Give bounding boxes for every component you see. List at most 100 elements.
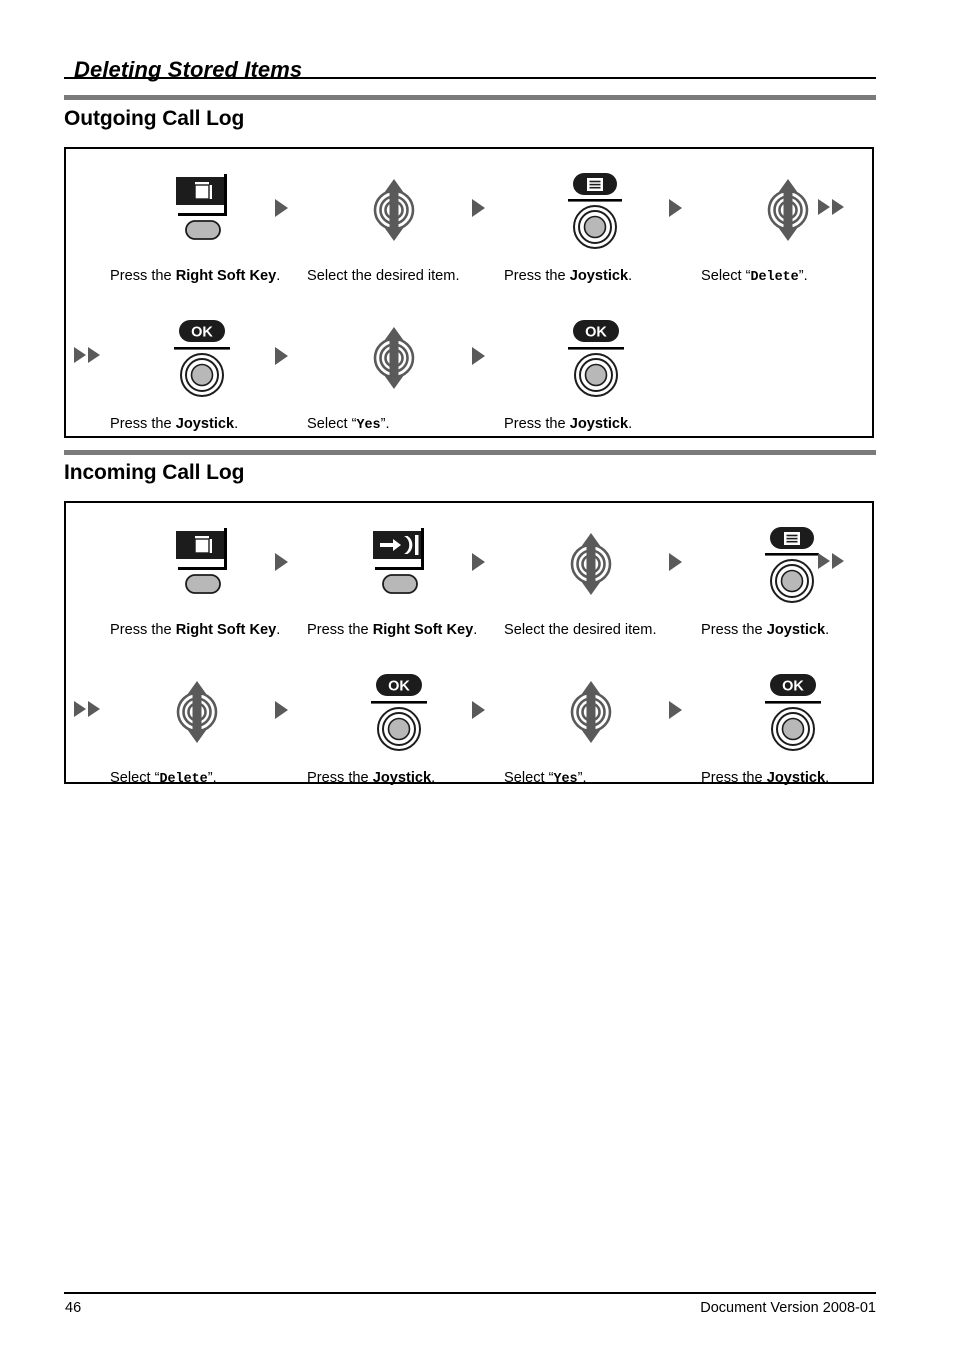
step-caption: Select “Delete”.: [701, 267, 882, 287]
right-soft-key-icon: [168, 174, 234, 249]
caption-text: Press the: [701, 770, 767, 786]
flow-arrow-next: [669, 199, 682, 217]
step-icon-slot: [168, 525, 234, 603]
document-page: Deleting Stored Items Outgoing Call Log P…: [0, 0, 954, 1352]
step-caption: Select “Yes”.: [307, 415, 488, 435]
caption-text: Press the: [504, 416, 570, 432]
caption-text: .: [276, 622, 281, 638]
svg-text:OK: OK: [585, 325, 607, 341]
step-icon-slot: [562, 525, 620, 603]
caption-bold: Joystick: [569, 268, 629, 284]
caption-text: Select “: [701, 268, 751, 284]
joystick-updown-icon: [168, 681, 226, 755]
step-caption: Press the Joystick.: [701, 621, 882, 639]
caption-text: ”.: [380, 416, 390, 432]
flow-arrow-next: [669, 553, 682, 571]
caption-text: .: [825, 770, 830, 786]
caption-text: .: [628, 268, 633, 284]
caption-text: Select the desired item.: [504, 622, 657, 638]
section-title-incoming-call-log: Incoming Call Log: [64, 461, 245, 484]
step-icon-slot: [562, 171, 628, 249]
step-caption: Press the Joystick.: [110, 415, 291, 433]
flow-arrow-next: [472, 701, 485, 719]
caption-text: Press the: [110, 622, 176, 638]
step-icon-slot: [365, 319, 423, 397]
step-caption: Press the Joystick.: [504, 267, 685, 285]
section-rule-outgoing-call-log: [64, 95, 876, 100]
caption-text: Select “: [307, 416, 357, 432]
step-caption: Select the desired item.: [307, 267, 488, 285]
flow-arrow-next: [275, 199, 288, 217]
step-icon-slot: [759, 171, 817, 249]
joystick-updown-icon: [759, 179, 817, 253]
caption-bold: Right Soft Key: [175, 622, 277, 638]
step-caption: Press the Joystick.: [504, 415, 685, 433]
caption-mono: Yes: [553, 772, 578, 787]
svg-text:OK: OK: [191, 325, 213, 341]
step-icon-slot: OK: [562, 319, 630, 397]
caption-bold: Joystick: [569, 416, 629, 432]
section-title-outgoing-call-log: Outgoing Call Log: [64, 107, 245, 130]
incoming-call-soft-key-icon: [365, 528, 431, 603]
joystick-updown-icon: [562, 681, 620, 755]
caption-bold: Right Soft Key: [175, 268, 277, 284]
caption-text: .: [628, 416, 633, 432]
caption-text: Press the: [307, 770, 373, 786]
step-icon-slot: OK: [759, 673, 827, 751]
step-caption: Select “Delete”.: [110, 769, 291, 789]
step-caption: Press the Joystick.: [701, 769, 882, 787]
step-icon-slot: [365, 525, 431, 603]
step-icon-slot: OK: [168, 319, 236, 397]
flow-arrow-next: [472, 553, 485, 571]
flow-arrow-next: [275, 553, 288, 571]
step-diagram-outgoing-call-log: Press the Right Soft Key. Select the desi…: [64, 147, 874, 438]
caption-text: Press the: [110, 268, 176, 284]
caption-text: .: [276, 268, 281, 284]
step-icon-slot: [365, 171, 423, 249]
flow-arrow-next: [472, 199, 485, 217]
flow-arrow-continue-left: [74, 347, 100, 363]
caption-bold: Joystick: [766, 770, 826, 786]
flow-arrow-continue-right: [818, 553, 844, 569]
menu-joystick-icon: [759, 527, 825, 609]
step-icon-slot: [168, 673, 226, 751]
step-icon-slot: [759, 525, 825, 603]
flow-arrow-next: [669, 701, 682, 719]
step-caption: Press the Right Soft Key.: [110, 267, 291, 285]
caption-bold: Right Soft Key: [372, 622, 474, 638]
caption-text: Press the: [307, 622, 373, 638]
step-caption: Press the Joystick.: [307, 769, 488, 787]
step-caption: Press the Right Soft Key.: [307, 621, 488, 639]
caption-text: .: [473, 622, 478, 638]
caption-text: Press the: [504, 268, 570, 284]
ok-joystick-icon: OK: [562, 320, 630, 403]
flow-arrow-continue-left: [74, 701, 100, 717]
joystick-updown-icon: [365, 327, 423, 401]
step-diagram-incoming-call-log: Press the Right Soft Key. Press the Right…: [64, 501, 874, 787]
step-caption: Select “Yes”.: [504, 769, 685, 789]
flow-arrow-next: [275, 701, 288, 719]
title-rule: [64, 77, 876, 79]
step-icon-slot: OK: [365, 673, 433, 751]
caption-text: Select “: [504, 770, 554, 786]
caption-text: Select the desired item.: [307, 268, 460, 284]
caption-text: ”.: [207, 770, 217, 786]
footer-page-number: 46: [65, 1300, 82, 1316]
caption-text: .: [825, 622, 830, 638]
joystick-updown-icon: [562, 533, 620, 607]
flow-arrow-next: [472, 347, 485, 365]
right-soft-key-icon: [168, 528, 234, 603]
caption-bold: Joystick: [372, 770, 432, 786]
caption-text: Press the: [701, 622, 767, 638]
caption-bold: Joystick: [175, 416, 235, 432]
menu-joystick-icon: [562, 173, 628, 255]
caption-text: Select “: [110, 770, 160, 786]
caption-text: .: [234, 416, 239, 432]
caption-text: Press the: [110, 416, 176, 432]
footer-rule: [64, 1292, 876, 1294]
flow-arrow-continue-right: [818, 199, 844, 215]
svg-text:OK: OK: [388, 679, 410, 695]
svg-text:OK: OK: [782, 679, 804, 695]
caption-text: ”.: [577, 770, 587, 786]
step-icon-slot: [562, 673, 620, 751]
